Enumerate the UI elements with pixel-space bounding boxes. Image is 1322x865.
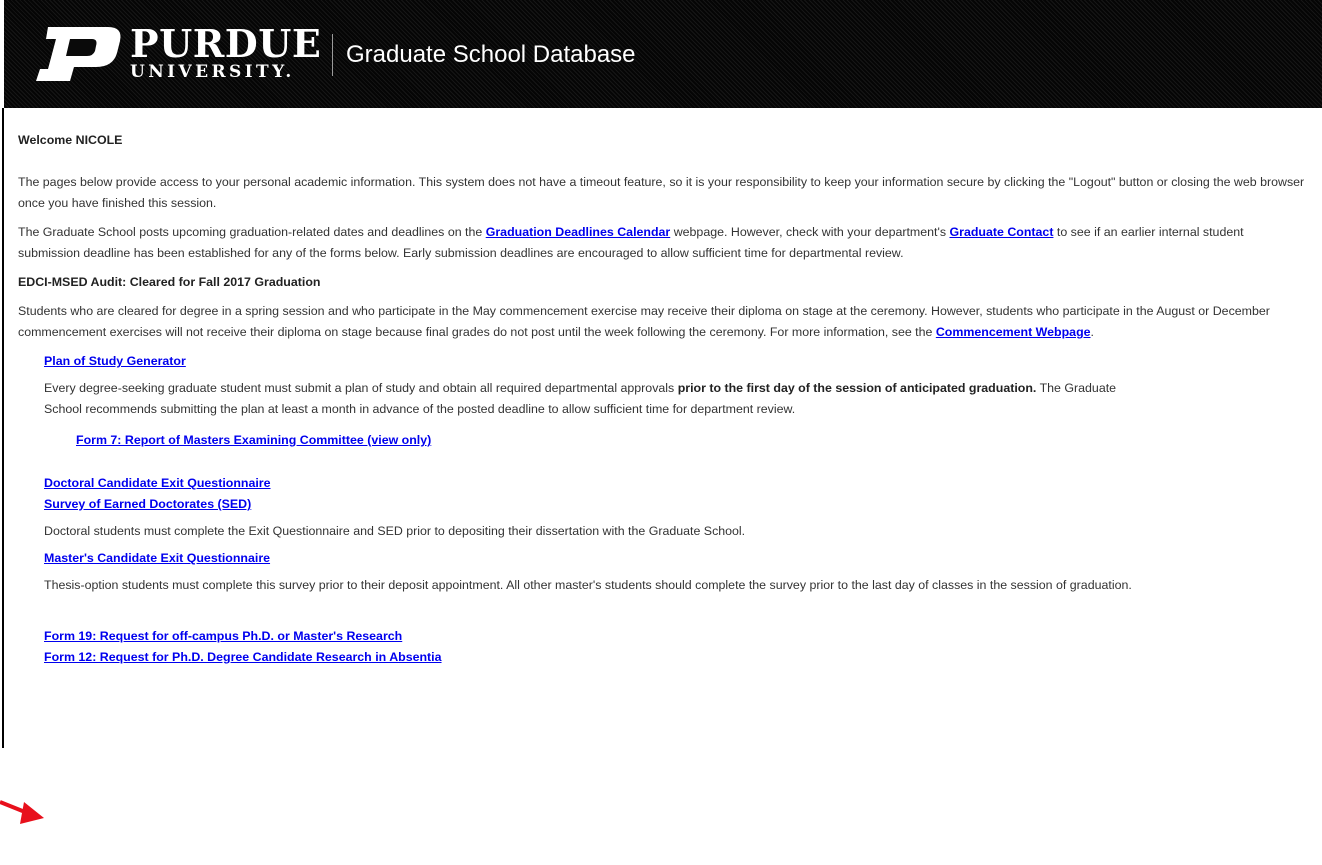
page-title: Graduate School Database [346,41,636,68]
commencement-webpage-link[interactable]: Commencement Webpage [936,325,1091,339]
logo-wordmark: PURDUE UNIVERSITY. [130,21,322,83]
left-frame-border [2,108,4,748]
plan-of-study-section: Plan of Study Generator Every degree-see… [18,351,1308,420]
masters-description: Thesis-option students must complete thi… [44,578,1132,592]
page: PURDUE UNIVERSITY. Graduate School Datab… [0,0,1322,865]
plan-desc-bold: prior to the first day of the session of… [677,381,1037,395]
plan-desc-text-1: Every degree-seeking graduate student mu… [44,381,678,395]
purdue-logo[interactable]: PURDUE UNIVERSITY. [30,22,321,86]
intro-paragraph: The pages below provide access to your p… [18,175,1305,210]
deadlines-text-2: webpage. However, check with your depart… [670,225,950,239]
header-divider [332,34,333,76]
plan-of-study-generator-link[interactable]: Plan of Study Generator [44,351,1308,372]
deadlines-text-1: The Graduate School posts upcoming gradu… [18,225,486,239]
welcome-message: Welcome NICOLE [18,133,123,147]
form12-link[interactable]: Form 12: Request for Ph.D. Degree Candid… [44,647,1308,668]
site-header: PURDUE UNIVERSITY. Graduate School Datab… [4,0,1322,108]
doctoral-section: Doctoral Candidate Exit Questionnaire Su… [18,473,1308,668]
commencement-paragraph: Students who are cleared for degree in a… [18,301,1308,343]
purdue-p-logo-icon [36,27,121,81]
logo-subtitle: UNIVERSITY. [130,62,295,82]
masters-exit-questionnaire-link[interactable]: Master's Candidate Exit Questionnaire [44,548,1308,569]
survey-of-earned-doctorates-link[interactable]: Survey of Earned Doctorates (SED) [44,494,1308,515]
red-arrow-icon [0,800,44,824]
graduation-deadlines-calendar-link[interactable]: Graduation Deadlines Calendar [486,225,671,239]
doctoral-exit-questionnaire-link[interactable]: Doctoral Candidate Exit Questionnaire [44,473,1308,494]
form7-link[interactable]: Form 7: Report of Masters Examining Comm… [76,433,431,447]
logo-name: PURDUE [130,21,322,66]
plan-of-study-description: Every degree-seeking graduate student mu… [44,378,1134,420]
form19-link[interactable]: Form 19: Request for off-campus Ph.D. or… [44,626,1308,647]
form7-row: Form 7: Report of Masters Examining Comm… [18,430,1308,451]
audit-status: EDCI-MSED Audit: Cleared for Fall 2017 G… [18,275,321,289]
commencement-text-2: . [1090,325,1094,339]
doctoral-description: Doctoral students must complete the Exit… [44,524,746,538]
deadlines-paragraph: The Graduate School posts upcoming gradu… [18,222,1308,264]
graduate-contact-link[interactable]: Graduate Contact [949,225,1053,239]
main-content: Welcome NICOLE The pages below provide a… [18,130,1308,668]
